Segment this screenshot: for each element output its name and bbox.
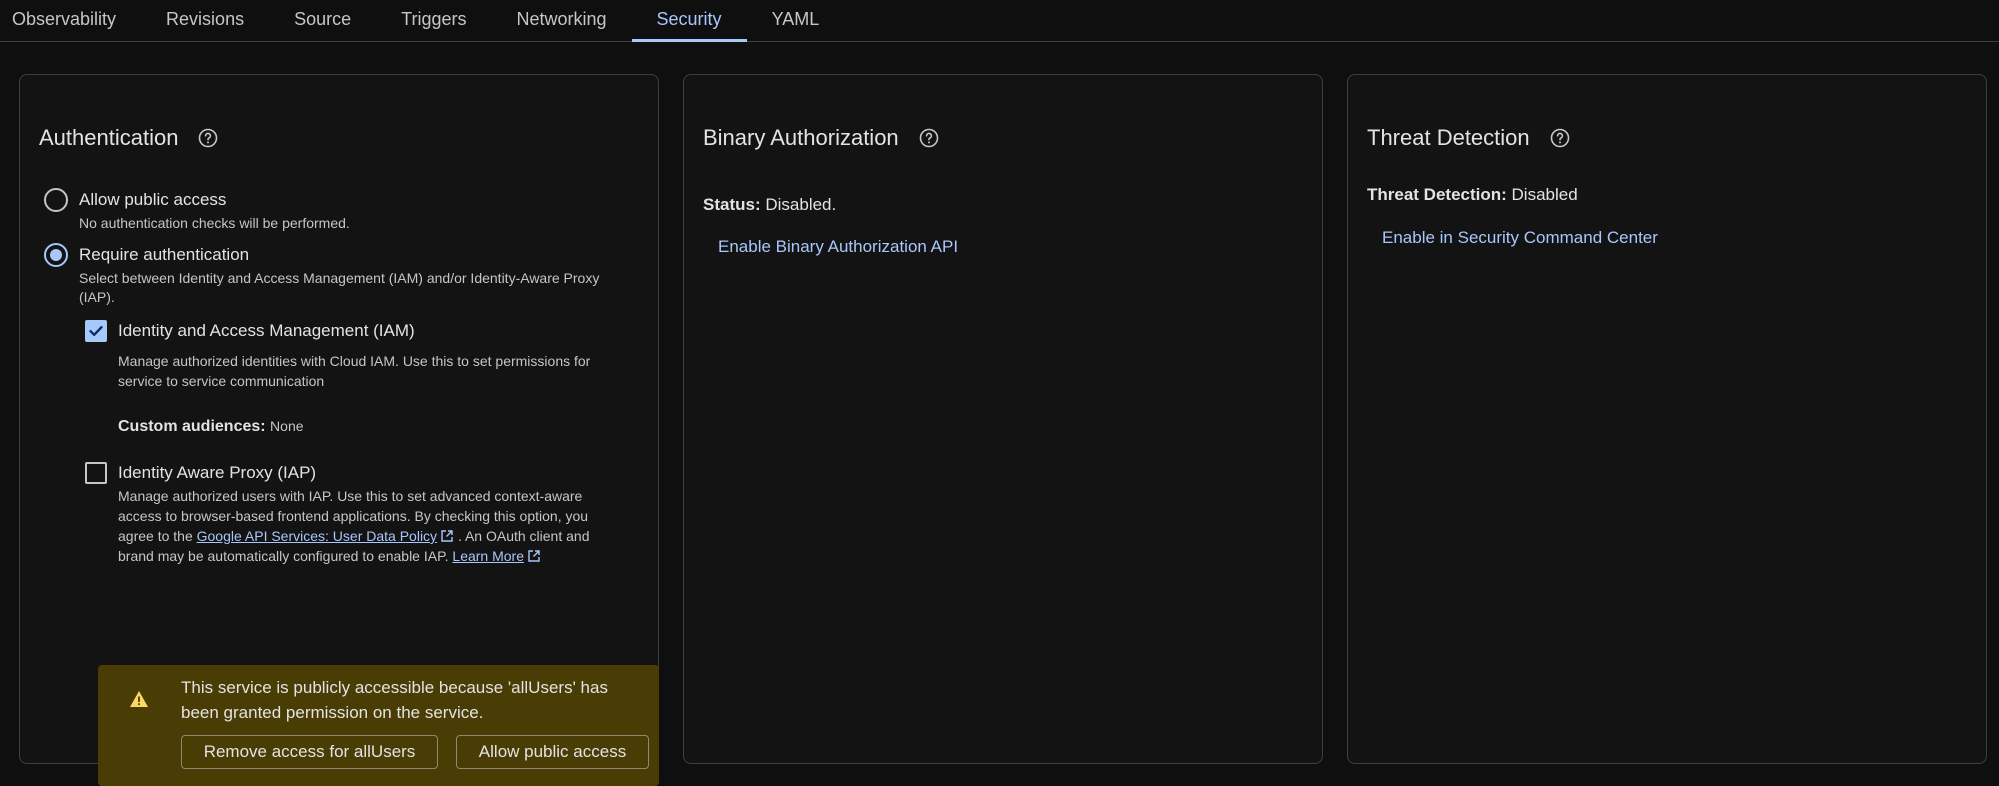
iam-checkbox[interactable] [85, 320, 107, 342]
tab-observability[interactable]: Observability [0, 0, 141, 41]
iap-description-line3: agree to the Google API Services: User D… [118, 526, 589, 546]
iap-description-line2: access to browser-based frontend applica… [118, 508, 589, 524]
require-authentication-description-line2: (IAP). [79, 289, 115, 305]
learn-more-link[interactable]: Learn More [452, 548, 524, 564]
tab-bar: Observability Revisions Source Triggers … [0, 0, 1999, 42]
warning-icon [130, 691, 148, 707]
warning-text-line2: been granted permission on the service. [181, 703, 484, 722]
iap-description-line4: brand may be automatically configured to… [118, 546, 541, 566]
require-authentication-radio[interactable] [44, 243, 68, 267]
custom-audiences-value: None [270, 418, 304, 434]
user-data-policy-link[interactable]: Google API Services: User Data Policy [197, 528, 437, 544]
authentication-panel: Authentication Allow public access No au… [19, 74, 659, 786]
threat-detection-status: Threat Detection: Disabled [1367, 185, 1578, 205]
custom-audiences-label: Custom audiences: [118, 418, 266, 435]
enable-binary-authorization-link[interactable]: Enable Binary Authorization API [718, 237, 958, 257]
iam-label[interactable]: Identity and Access Management (IAM) [118, 321, 415, 341]
enable-security-command-center-link[interactable]: Enable in Security Command Center [1382, 228, 1658, 248]
warning-text-line1: This service is publicly accessible beca… [181, 678, 608, 697]
iap-agree-text: agree to the [118, 528, 193, 544]
allow-public-access-label[interactable]: Allow public access [79, 190, 226, 210]
public-access-warning: This service is publicly accessible beca… [98, 665, 659, 786]
tab-security[interactable]: Security [631, 0, 747, 42]
threat-detection-heading: Threat Detection [1367, 125, 1570, 151]
iap-checkbox[interactable] [85, 462, 107, 484]
authentication-title: Authentication [39, 125, 179, 150]
tab-yaml[interactable]: YAML [747, 0, 845, 41]
iam-description-line2: service to service communication [118, 373, 325, 389]
binary-authorization-status-value: Disabled. [765, 195, 837, 214]
check-icon [89, 326, 103, 336]
iap-label[interactable]: Identity Aware Proxy (IAP) [118, 463, 316, 483]
binary-authorization-status-label: Status: [703, 195, 761, 214]
help-icon[interactable] [1550, 128, 1570, 148]
help-icon[interactable] [198, 128, 218, 148]
binary-authorization-panel: Binary Authorization Status: Disabled. E… [683, 74, 1323, 764]
binary-authorization-status: Status: Disabled. [703, 195, 836, 215]
external-link-icon [528, 550, 540, 562]
allow-public-access-button[interactable]: Allow public access [456, 735, 649, 769]
require-authentication-description-line1: Select between Identity and Access Manag… [79, 270, 600, 286]
authentication-heading: Authentication [39, 125, 218, 151]
allow-public-access-description: No authentication checks will be perform… [79, 215, 350, 231]
binary-authorization-heading: Binary Authorization [703, 125, 939, 151]
external-link-icon [441, 530, 453, 542]
custom-audiences: Custom audiences: None [118, 416, 304, 436]
threat-detection-title: Threat Detection [1367, 125, 1530, 150]
iap-brand-text: brand may be automatically configured to… [118, 548, 449, 564]
allow-public-access-radio[interactable] [44, 188, 68, 212]
threat-detection-status-value: Disabled [1511, 185, 1578, 204]
help-icon[interactable] [919, 128, 939, 148]
remove-allusers-access-button[interactable]: Remove access for allUsers [181, 735, 438, 769]
threat-detection-status-label: Threat Detection: [1367, 185, 1507, 204]
iap-description-line1: Manage authorized users with IAP. Use th… [118, 488, 583, 504]
tab-triggers[interactable]: Triggers [376, 0, 491, 41]
binary-authorization-title: Binary Authorization [703, 125, 899, 150]
tab-revisions[interactable]: Revisions [141, 0, 269, 41]
tab-networking[interactable]: Networking [491, 0, 631, 41]
iap-oauth-text: . An OAuth client and [457, 528, 590, 544]
require-authentication-label[interactable]: Require authentication [79, 245, 249, 265]
iam-description-line1: Manage authorized identities with Cloud … [118, 353, 591, 369]
threat-detection-panel: Threat Detection Threat Detection: Disab… [1347, 74, 1987, 764]
tab-source[interactable]: Source [269, 0, 376, 41]
